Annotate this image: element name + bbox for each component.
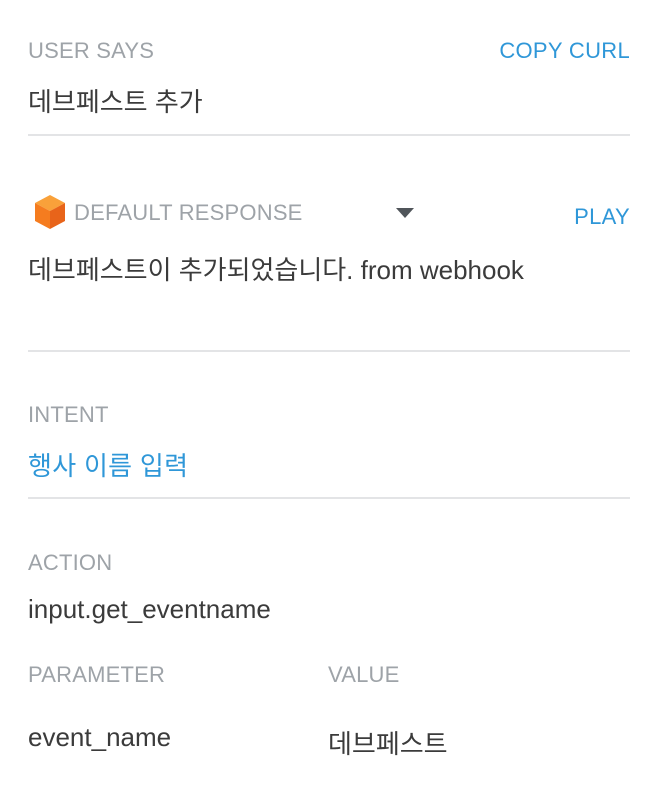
parameter-value: 데브페스트 (328, 729, 448, 759)
copy-curl-button[interactable]: COPY CURL (499, 38, 630, 64)
parameter-column-header: PARAMETER (28, 662, 166, 687)
response-text: 데브페스트이 추가되었습니다. from webhook (28, 255, 524, 285)
default-response-label: DEFAULT RESPONSE (74, 200, 303, 225)
divider (28, 350, 630, 352)
action-name: input.get_eventname (28, 594, 271, 624)
play-button[interactable]: PLAY (574, 204, 630, 230)
divider (28, 134, 630, 136)
agent-cube-icon (34, 194, 66, 230)
user-says-label: USER SAYS (28, 38, 155, 63)
user-says-text: 데브페스트 추가 (28, 87, 203, 117)
value-column-header: VALUE (328, 662, 400, 687)
chevron-down-icon[interactable] (396, 208, 414, 218)
divider (28, 497, 630, 499)
parameter-name: event_name (28, 722, 172, 752)
intent-link[interactable]: 행사 이름 입력 (28, 446, 188, 483)
action-label: ACTION (28, 550, 113, 575)
intent-label: INTENT (28, 402, 109, 427)
